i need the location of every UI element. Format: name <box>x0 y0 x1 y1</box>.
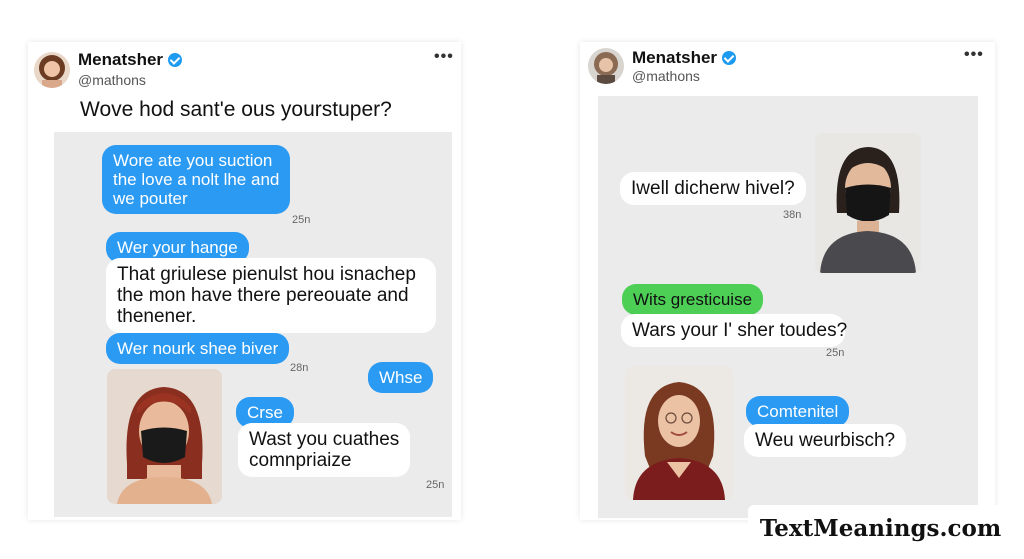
message-timestamp: 25n <box>292 214 311 226</box>
message-bubble: Weu weurbisch? <box>744 424 907 457</box>
verified-badge-icon <box>168 53 183 67</box>
photo-masked-person[interactable] <box>815 133 921 273</box>
user-name[interactable]: Menatsher <box>78 50 183 70</box>
left-post-card: Menatsher @mathons ••• Wove hod sant'e o… <box>28 42 461 520</box>
avatar[interactable] <box>588 48 624 84</box>
user-name-text: Menatsher <box>78 50 164 69</box>
avatar[interactable] <box>34 52 70 88</box>
more-options-icon[interactable]: ••• <box>964 46 984 64</box>
tweet-text: Wove hod sant'e ous yourstuper? <box>80 98 392 121</box>
chat-screenshot: Wore ate you suction the love a nolt lhe… <box>54 132 452 517</box>
user-handle: @mathons <box>78 72 146 88</box>
photo-smiling-woman[interactable] <box>625 366 733 500</box>
user-handle: @mathons <box>632 68 700 84</box>
watermark: TextMeanings.com <box>748 505 1013 551</box>
chat-screenshot: Iwell dicherw hivel? 38n Wits gresticuis… <box>598 96 978 518</box>
message-bubble: Wore ate you suction the love a nolt lhe… <box>102 145 291 214</box>
photo-masked-woman[interactable] <box>107 369 222 504</box>
message-timestamp: 38n <box>783 209 802 221</box>
message-bubble: Wast you cuathes comnpriaize <box>238 423 411 477</box>
message-timestamp: 25n <box>826 347 845 359</box>
user-name-text: Menatsher <box>632 48 718 67</box>
message-bubble: Comtenitel <box>746 396 850 427</box>
message-bubble: Whse <box>368 362 434 393</box>
message-timestamp: 25n <box>426 479 445 491</box>
message-bubble: Wars your I' sher toudes? <box>621 314 847 347</box>
verified-badge-icon <box>722 51 737 65</box>
message-timestamp: 28n <box>290 362 309 374</box>
user-name[interactable]: Menatsher <box>632 48 737 68</box>
right-post-card: Menatsher @mathons ••• Iwell dicherw hiv… <box>580 42 995 520</box>
message-bubble: Iwell dicherw hivel? <box>620 172 806 205</box>
more-options-icon[interactable]: ••• <box>434 48 454 66</box>
message-bubble: Wits gresticuise <box>622 284 764 315</box>
message-bubble: Wer nourk shee biver <box>106 333 290 364</box>
message-bubble: That griulese pienulst hou isnachep the … <box>106 258 436 333</box>
